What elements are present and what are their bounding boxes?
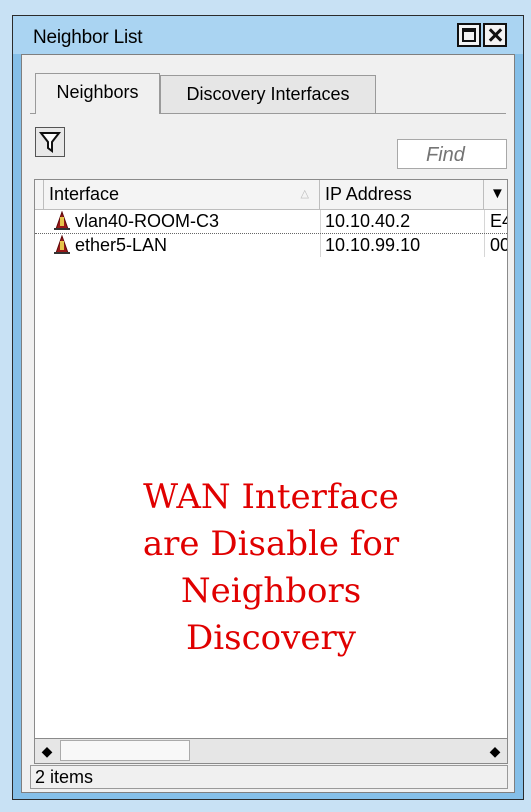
row-marker-column xyxy=(35,180,44,209)
annotation-line: are Disable for xyxy=(142,524,400,564)
annotation-line: Neighbors xyxy=(180,571,362,611)
table-header: Interface △ IP Address ▼ xyxy=(35,180,507,210)
neighbor-list-window: Neighbor List Neighbors Discovery Interf… xyxy=(12,15,524,800)
annotation-line: WAN Interface xyxy=(143,477,399,517)
horizontal-scrollbar[interactable]: ◆ ◆ xyxy=(34,739,508,764)
tab-neighbors[interactable]: Neighbors xyxy=(35,73,160,114)
scroll-left-icon[interactable]: ◆ xyxy=(35,739,59,763)
neighbor-router-icon xyxy=(54,211,70,230)
scroll-right-icon[interactable]: ◆ xyxy=(483,739,507,763)
column-header-interface[interactable]: Interface △ xyxy=(44,180,320,209)
cell-mac-address: E4: xyxy=(490,211,507,231)
content-panel: Neighbors Discovery Interfaces Interface… xyxy=(21,54,515,793)
close-icon[interactable] xyxy=(483,23,507,47)
maximize-icon[interactable] xyxy=(457,23,481,47)
column-label-ip-address: IP Address xyxy=(325,184,412,204)
neighbor-router-icon xyxy=(54,235,70,254)
table-row[interactable]: vlan40-ROOM-C3 10.10.40.2 E4: xyxy=(35,210,507,234)
scrollbar-thumb[interactable] xyxy=(60,740,190,761)
cell-ip-address: 10.10.99.10 xyxy=(325,235,421,255)
funnel-icon xyxy=(38,132,62,153)
chevron-down-icon: ▼ xyxy=(490,185,505,202)
cell-mac-address: 00: xyxy=(490,235,507,255)
filter-button[interactable] xyxy=(35,127,65,157)
cell-interface: vlan40-ROOM-C3 xyxy=(75,211,220,231)
status-bar: 2 items xyxy=(30,765,508,789)
annotation-text: WAN Interface are Disable for Neighbors … xyxy=(35,474,507,662)
column-menu-button[interactable]: ▼ xyxy=(484,180,507,209)
table-row[interactable]: ether5-LAN 10.10.99.10 00: xyxy=(35,234,507,257)
window-title: Neighbor List xyxy=(33,27,143,48)
sort-asc-icon: △ xyxy=(300,188,309,200)
tab-discovery-interfaces[interactable]: Discovery Interfaces xyxy=(160,75,376,113)
column-header-ip-address[interactable]: IP Address xyxy=(320,180,484,209)
neighbors-table: Interface △ IP Address ▼ vlan40-ROOM-C3 … xyxy=(34,179,508,739)
column-label-interface: Interface xyxy=(49,184,120,204)
find-input[interactable] xyxy=(397,139,507,169)
cell-ip-address: 10.10.40.2 xyxy=(325,211,411,231)
annotation-line: Discovery xyxy=(186,618,356,658)
title-bar[interactable]: Neighbor List xyxy=(13,16,523,54)
item-count: 2 items xyxy=(35,767,94,787)
cell-interface: ether5-LAN xyxy=(75,235,168,255)
